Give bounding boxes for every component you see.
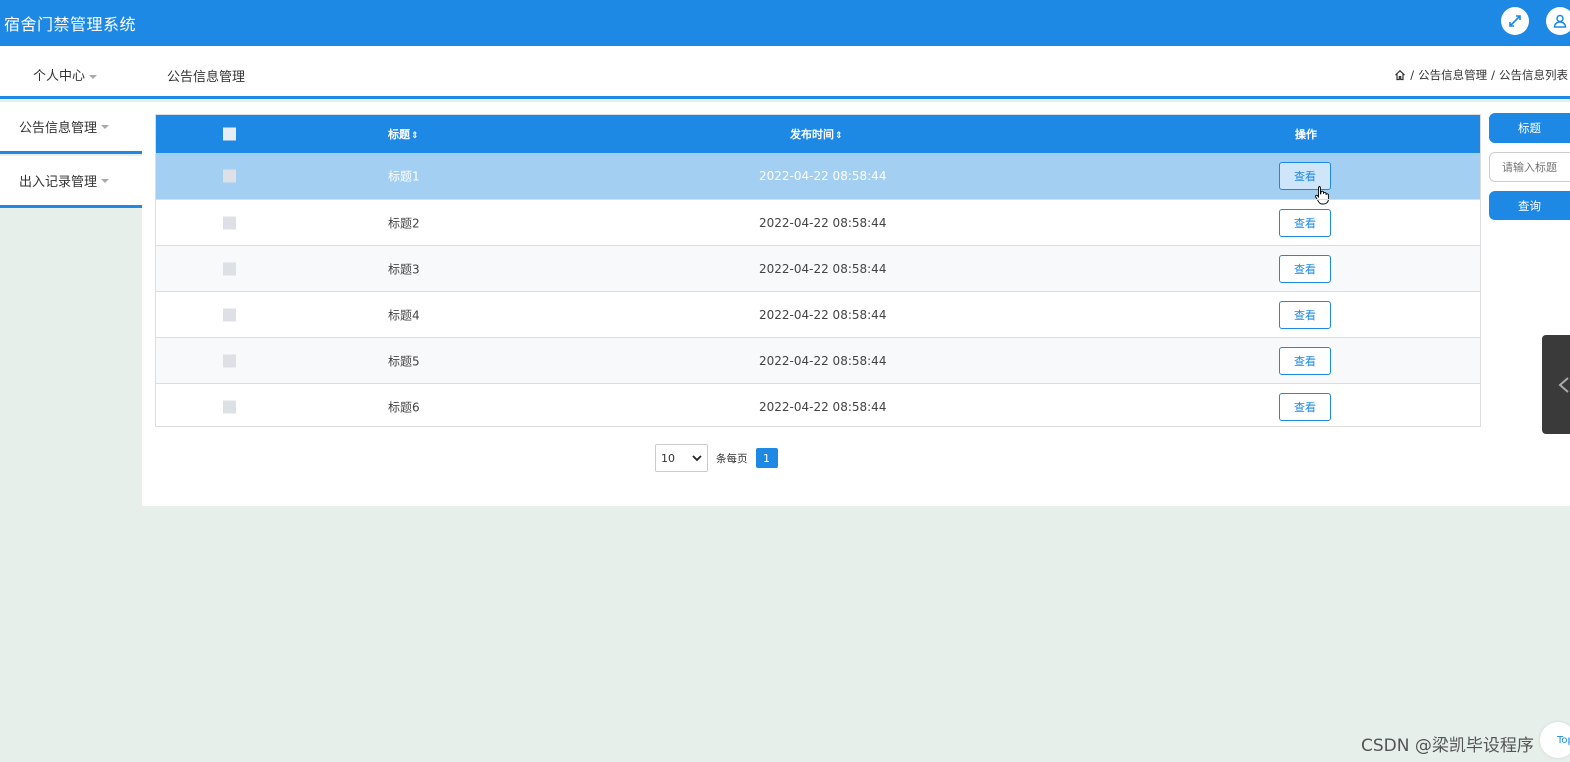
row-time: 2022-04-22 08:58:44 [759, 307, 887, 322]
row-title: 标题3 [388, 262, 420, 276]
column-header-title-label: 标题 [388, 128, 410, 141]
user-button[interactable] [1546, 7, 1570, 35]
fullscreen-button[interactable] [1501, 7, 1529, 35]
table-header: 标题⇕ 发布时间⇕ 操作 [156, 115, 1480, 153]
row-checkbox[interactable] [223, 308, 236, 321]
sort-icon: ⇕ [411, 131, 419, 141]
per-page-value: 10 [661, 451, 675, 465]
notice-table: 标题⇕ 发布时间⇕ 操作 标题1 2022-04-22 08:58:44 查看 … [155, 114, 1481, 427]
sidebar: 公告信息管理 出入记录管理 [0, 102, 142, 210]
personal-center-label: 个人中心 [33, 69, 86, 84]
home-icon[interactable] [1394, 69, 1406, 81]
sidebar-item-label: 出入记录管理 [19, 175, 98, 190]
row-checkbox[interactable] [223, 354, 236, 367]
back-to-top-button[interactable]: Top [1540, 722, 1570, 758]
row-title: 标题2 [388, 216, 420, 230]
main-content: 标题⇕ 发布时间⇕ 操作 标题1 2022-04-22 08:58:44 查看 … [142, 102, 1570, 506]
sidebar-item-access-records[interactable]: 出入记录管理 [0, 156, 142, 208]
app-title: 宿舍门禁管理系统 [4, 15, 137, 34]
row-time: 2022-04-22 08:58:44 [759, 353, 887, 368]
breadcrumb-level2: 公告信息列表 [1499, 68, 1568, 82]
personal-center-menu[interactable]: 个人中心 [33, 65, 98, 84]
table-row: 标题1 2022-04-22 08:58:44 查看 [156, 153, 1480, 205]
row-title: 标题5 [388, 354, 420, 368]
breadcrumb: / 公告信息管理 / 公告信息列表 [1394, 67, 1568, 83]
page-title: 公告信息管理 [167, 70, 246, 85]
page-number-current[interactable]: 1 [755, 448, 778, 468]
search-input[interactable] [1489, 152, 1570, 182]
row-time: 2022-04-22 08:58:44 [759, 215, 887, 230]
row-checkbox[interactable] [223, 400, 236, 413]
chevron-down-icon [89, 74, 98, 79]
view-button[interactable]: 查看 [1279, 254, 1331, 283]
column-header-time-label: 发布时间 [790, 128, 834, 141]
pagination: 10 条每页 1 [655, 444, 778, 472]
sort-icon: ⇕ [835, 131, 843, 141]
row-checkbox[interactable] [223, 216, 236, 229]
user-icon [1553, 14, 1567, 28]
table-row: 标题4 2022-04-22 08:58:44 查看 [156, 291, 1480, 337]
table-row: 标题2 2022-04-22 08:58:44 查看 [156, 199, 1480, 245]
per-page-select[interactable]: 10 [655, 444, 708, 472]
search-button[interactable]: 查询 [1489, 191, 1570, 220]
column-header-op: 操作 [1295, 128, 1317, 141]
fullscreen-icon [1509, 15, 1521, 27]
column-header-time[interactable]: 发布时间⇕ [790, 126, 843, 142]
row-title: 标题6 [388, 400, 420, 414]
per-page-label: 条每页 [716, 452, 748, 465]
top-header: 宿舍门禁管理系统 [0, 0, 1570, 46]
select-all-checkbox[interactable] [223, 127, 236, 141]
view-button[interactable]: 查看 [1279, 392, 1331, 421]
row-time: 2022-04-22 08:58:44 [759, 399, 887, 414]
view-button[interactable]: 查看 [1279, 346, 1331, 375]
row-title: 标题4 [388, 308, 420, 322]
row-time: 2022-04-22 08:58:44 [759, 169, 887, 183]
sidebar-item-notice[interactable]: 公告信息管理 [0, 102, 142, 154]
row-title: 标题1 [388, 169, 420, 184]
side-drawer-toggle[interactable] [1542, 335, 1570, 434]
search-field-label: 标题 [1489, 113, 1570, 143]
breadcrumb-separator: / [1410, 68, 1415, 82]
chevron-left-icon [1558, 377, 1569, 393]
watermark: CSDN @梁凯毕设程序 [1361, 736, 1534, 756]
table-row: 标题6 2022-04-22 08:58:44 查看 [156, 383, 1480, 429]
view-button[interactable]: 查看 [1279, 208, 1331, 237]
column-header-title[interactable]: 标题⇕ [388, 126, 419, 142]
breadcrumb-separator: / [1491, 68, 1495, 82]
chevron-down-icon [692, 455, 702, 462]
breadcrumb-level1[interactable]: 公告信息管理 [1418, 67, 1487, 83]
table-row: 标题3 2022-04-22 08:58:44 查看 [156, 245, 1480, 291]
row-checkbox[interactable] [223, 169, 236, 183]
chevron-down-icon [101, 178, 110, 183]
view-button[interactable]: 查看 [1279, 300, 1331, 329]
sidebar-item-label: 公告信息管理 [19, 121, 98, 136]
back-to-top-label: Top [1557, 734, 1570, 746]
table-row: 标题5 2022-04-22 08:58:44 查看 [156, 337, 1480, 383]
row-checkbox[interactable] [223, 262, 236, 275]
chevron-down-icon [101, 124, 110, 129]
row-time: 2022-04-22 08:58:44 [759, 261, 887, 276]
nav-bar: 个人中心 公告信息管理 / 公告信息管理 / 公告信息列表 [0, 46, 1570, 99]
